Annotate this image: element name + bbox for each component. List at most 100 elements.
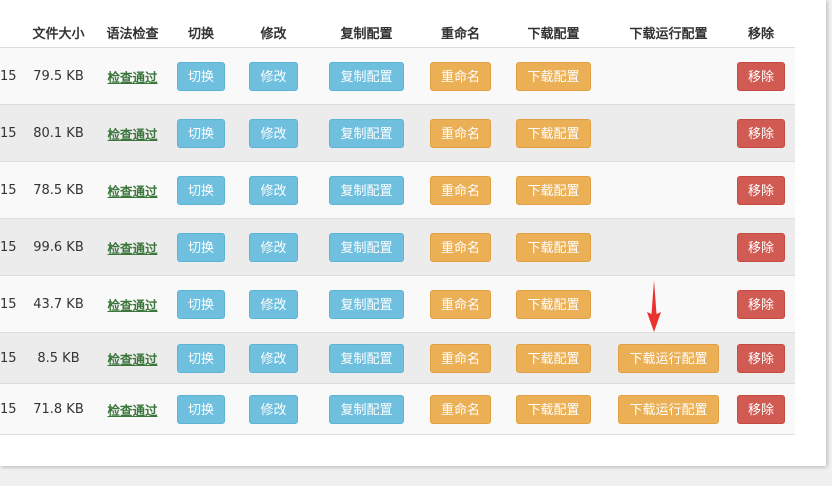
table-cell: 复制配置 bbox=[309, 161, 424, 219]
table-row: 15 99.6 KB 检查通过 切换 修改 复制配置 重命名 下载配置 移除 bbox=[0, 218, 795, 276]
header-date-fragment bbox=[0, 17, 16, 48]
table-cell: 检查通过 bbox=[101, 218, 164, 276]
table-cell: 检查通过 bbox=[101, 104, 164, 162]
table-cell: 检查通过 bbox=[101, 332, 164, 384]
syntax-check-link[interactable]: 检查通过 bbox=[107, 184, 157, 199]
table-cell: 修改 bbox=[238, 104, 309, 162]
table-cell: 重命名 bbox=[424, 47, 497, 105]
remove-button[interactable]: 移除 bbox=[736, 343, 785, 373]
table-cell: 检查通过 bbox=[101, 275, 164, 333]
switch-button[interactable]: 切换 bbox=[176, 61, 225, 91]
modify-button[interactable]: 修改 bbox=[249, 343, 298, 373]
rename-button[interactable]: 重命名 bbox=[429, 61, 491, 91]
rename-button[interactable]: 重命名 bbox=[429, 118, 491, 148]
file-size-cell: 99.6 KB bbox=[33, 239, 84, 255]
rename-button[interactable]: 重命名 bbox=[429, 289, 491, 319]
remove-button[interactable]: 移除 bbox=[736, 61, 785, 91]
table-cell: 重命名 bbox=[424, 275, 497, 333]
table-row: 15 78.5 KB 检查通过 切换 修改 复制配置 重命名 下载配置 移除 bbox=[0, 161, 795, 219]
table-cell: 移除 bbox=[727, 218, 795, 276]
red-down-arrow-icon bbox=[647, 280, 661, 332]
table-cell: 下载运行配置 bbox=[610, 383, 727, 435]
table-cell: 重命名 bbox=[424, 383, 497, 435]
download-config-button[interactable]: 下载配置 bbox=[516, 232, 591, 262]
modify-button[interactable]: 修改 bbox=[249, 394, 298, 424]
rename-button[interactable]: 重命名 bbox=[429, 232, 491, 262]
table-row: 15 8.5 KB 检查通过 切换 修改 复制配置 重命名 下载配置 下载运行配置 移除 bbox=[0, 332, 795, 384]
remove-button[interactable]: 移除 bbox=[736, 175, 785, 205]
table-cell: 下载运行配置 bbox=[610, 332, 727, 384]
table-cell: 修改 bbox=[238, 332, 309, 384]
copy-config-button[interactable]: 复制配置 bbox=[329, 394, 404, 424]
table-cell: 检查通过 bbox=[101, 161, 164, 219]
copy-config-button[interactable]: 复制配置 bbox=[329, 175, 404, 205]
syntax-check-link[interactable]: 检查通过 bbox=[107, 298, 157, 313]
copy-config-button[interactable]: 复制配置 bbox=[329, 61, 404, 91]
download-running-config-button[interactable]: 下载运行配置 bbox=[618, 394, 719, 424]
table-cell: 下载配置 bbox=[497, 275, 610, 333]
switch-button[interactable]: 切换 bbox=[176, 232, 225, 262]
table-header-row: 文件大小 语法检查 切换 修改 复制配置 重命名 下载配置 下载运行配置 移除 bbox=[0, 17, 795, 48]
download-config-button[interactable]: 下载配置 bbox=[516, 61, 591, 91]
table-cell bbox=[610, 104, 727, 162]
table-cell bbox=[610, 47, 727, 105]
download-config-button[interactable]: 下载配置 bbox=[516, 175, 591, 205]
table-cell: 检查通过 bbox=[101, 47, 164, 105]
download-config-button[interactable]: 下载配置 bbox=[516, 118, 591, 148]
table-cell: 下载配置 bbox=[497, 161, 610, 219]
remove-button[interactable]: 移除 bbox=[736, 394, 785, 424]
copy-config-button[interactable]: 复制配置 bbox=[329, 289, 404, 319]
switch-button[interactable]: 切换 bbox=[176, 175, 225, 205]
date-fragment-cell: 15 bbox=[0, 296, 16, 312]
modify-button[interactable]: 修改 bbox=[249, 175, 298, 205]
table-cell: 切换 bbox=[164, 104, 238, 162]
table-cell: 复制配置 bbox=[309, 218, 424, 276]
file-size-cell: 8.5 KB bbox=[37, 350, 80, 366]
copy-config-button[interactable]: 复制配置 bbox=[329, 343, 404, 373]
header-syntax-check: 语法检查 bbox=[101, 17, 164, 48]
table-cell: 78.5 KB bbox=[16, 161, 101, 219]
file-size-cell: 71.8 KB bbox=[33, 401, 84, 417]
switch-button[interactable]: 切换 bbox=[176, 343, 225, 373]
download-config-button[interactable]: 下载配置 bbox=[516, 289, 591, 319]
remove-button[interactable]: 移除 bbox=[736, 118, 785, 148]
table-cell bbox=[610, 161, 727, 219]
table-cell: 8.5 KB bbox=[16, 332, 101, 384]
header-remove: 移除 bbox=[727, 17, 795, 48]
file-size-cell: 80.1 KB bbox=[33, 125, 84, 141]
syntax-check-link[interactable]: 检查通过 bbox=[107, 241, 157, 256]
table-cell: 重命名 bbox=[424, 218, 497, 276]
copy-config-button[interactable]: 复制配置 bbox=[329, 232, 404, 262]
switch-button[interactable]: 切换 bbox=[176, 394, 225, 424]
remove-button[interactable]: 移除 bbox=[736, 232, 785, 262]
table-cell: 切换 bbox=[164, 47, 238, 105]
table-cell: 复制配置 bbox=[309, 383, 424, 435]
rename-button[interactable]: 重命名 bbox=[429, 394, 491, 424]
download-config-button[interactable]: 下载配置 bbox=[516, 343, 591, 373]
copy-config-button[interactable]: 复制配置 bbox=[329, 118, 404, 148]
modify-button[interactable]: 修改 bbox=[249, 118, 298, 148]
table-cell: 移除 bbox=[727, 47, 795, 105]
syntax-check-link[interactable]: 检查通过 bbox=[107, 70, 157, 85]
table-cell: 移除 bbox=[727, 383, 795, 435]
rename-button[interactable]: 重命名 bbox=[429, 175, 491, 205]
syntax-check-link[interactable]: 检查通过 bbox=[107, 352, 157, 367]
switch-button[interactable]: 切换 bbox=[176, 289, 225, 319]
table-cell: 重命名 bbox=[424, 161, 497, 219]
table-row: 15 71.8 KB 检查通过 切换 修改 复制配置 重命名 下载配置 下载运行配置 移除 bbox=[0, 383, 795, 435]
table-cell: 切换 bbox=[164, 218, 238, 276]
modify-button[interactable]: 修改 bbox=[249, 232, 298, 262]
table-cell: 移除 bbox=[727, 332, 795, 384]
download-running-config-button[interactable]: 下载运行配置 bbox=[618, 343, 719, 373]
syntax-check-link[interactable]: 检查通过 bbox=[107, 127, 157, 142]
table-cell: 下载配置 bbox=[497, 47, 610, 105]
download-config-button[interactable]: 下载配置 bbox=[516, 394, 591, 424]
modify-button[interactable]: 修改 bbox=[249, 61, 298, 91]
syntax-check-link[interactable]: 检查通过 bbox=[107, 403, 157, 418]
rename-button[interactable]: 重命名 bbox=[429, 343, 491, 373]
table-cell: 79.5 KB bbox=[16, 47, 101, 105]
remove-button[interactable]: 移除 bbox=[736, 289, 785, 319]
table-cell: 移除 bbox=[727, 104, 795, 162]
switch-button[interactable]: 切换 bbox=[176, 118, 225, 148]
modify-button[interactable]: 修改 bbox=[249, 289, 298, 319]
